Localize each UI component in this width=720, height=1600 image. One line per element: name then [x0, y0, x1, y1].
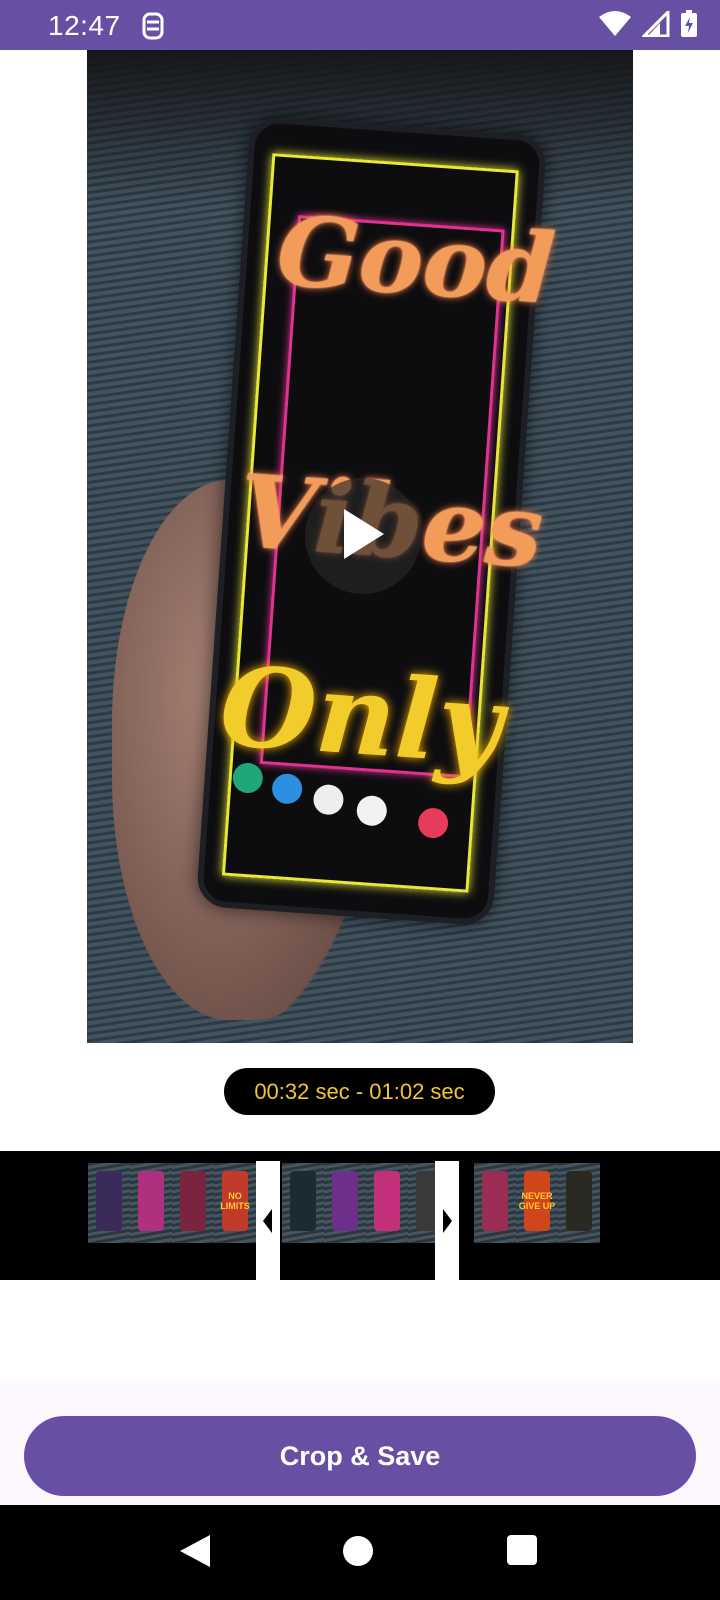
trim-range-label: 00:32 sec - 01:02 sec [224, 1068, 495, 1115]
frame-screen [180, 1171, 206, 1231]
status-time: 12:47 [48, 10, 121, 41]
home-circle-icon[interactable] [340, 1533, 380, 1573]
frame-caption: NO LIMITS [220, 1191, 250, 1211]
timeline-frame [366, 1163, 408, 1243]
timeline-frame [130, 1163, 172, 1243]
timeline-frame [172, 1163, 214, 1243]
frame-screen [96, 1171, 122, 1231]
timeline-frame [282, 1163, 324, 1243]
navigation-bar [0, 1505, 720, 1600]
chevron-left-icon [263, 1209, 273, 1238]
frame-screen [332, 1171, 358, 1231]
trim-timeline[interactable]: NO LIMITS NEVER GIVE UP [0, 1151, 720, 1280]
status-bar: 12:47 [0, 0, 720, 50]
timeline-frame: NO LIMITS [214, 1163, 256, 1243]
neon-lettering: Good [273, 193, 559, 326]
timeline-frame [558, 1163, 600, 1243]
play-icon [340, 507, 386, 566]
trim-end-handle[interactable] [435, 1161, 459, 1280]
signal-icon [640, 7, 670, 42]
frame-screen [374, 1171, 400, 1231]
battery-charging-icon [680, 9, 698, 43]
wifi-icon [598, 10, 632, 42]
back-triangle-icon[interactable] [178, 1533, 218, 1573]
video-preview[interactable]: Good Vibes Only [87, 50, 633, 1043]
neon-lettering: Only [216, 641, 507, 790]
play-button[interactable] [305, 478, 421, 594]
chevron-right-icon [442, 1209, 452, 1238]
recents-square-icon[interactable] [505, 1533, 545, 1573]
timeline-frame: NEVER GIVE UP [516, 1163, 558, 1243]
frame-screen [290, 1171, 316, 1231]
timeline-frame [88, 1163, 130, 1243]
app-notification-icon [140, 12, 166, 40]
frame-screen [138, 1171, 164, 1231]
crop-save-button[interactable]: Crop & Save [24, 1416, 696, 1496]
frame-caption: NEVER GIVE UP [518, 1191, 556, 1211]
timeline-frame [474, 1163, 516, 1243]
frame-screen [566, 1171, 592, 1231]
trim-start-handle[interactable] [256, 1161, 280, 1280]
timeline-frame [324, 1163, 366, 1243]
frame-screen [482, 1171, 508, 1231]
